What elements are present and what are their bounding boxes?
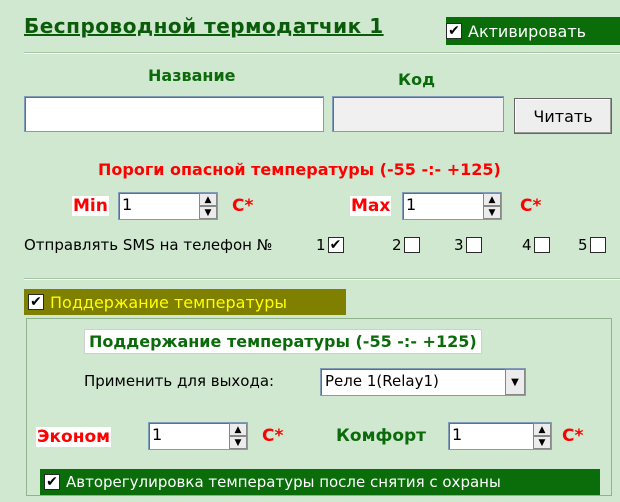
sms-label: Отправлять SMS на телефон № xyxy=(24,236,273,254)
sms-phone-number: 4 xyxy=(522,236,532,254)
sensor-title: Беспроводной термодатчик 1 xyxy=(24,14,384,38)
auto-regulation-label: Авторегулировка температуры после снятия… xyxy=(66,473,501,491)
section-divider xyxy=(24,278,620,280)
apply-output-label: Применить для выхода: xyxy=(84,372,275,390)
sms-phone-number: 3 xyxy=(454,236,464,254)
min-spinner[interactable]: 1 ▲ ▼ xyxy=(118,192,218,220)
spin-down-icon[interactable]: ▼ xyxy=(533,436,551,449)
activate-checkbox[interactable]: Активировать xyxy=(446,17,620,45)
econom-label: Эконом xyxy=(36,427,112,447)
auto-regulation-checkbox[interactable]: Авторегулировка температуры после снятия… xyxy=(40,469,600,495)
sms-phone-4[interactable]: 4 xyxy=(522,236,550,254)
comfort-label: Комфорт xyxy=(336,426,427,446)
max-label: Max xyxy=(350,196,392,216)
maintain-group-title: Поддержание температуры (-55 -:- +125) xyxy=(89,332,477,351)
max-unit: C* xyxy=(520,196,542,216)
sms-check-icon[interactable] xyxy=(465,237,482,253)
spin-down-icon[interactable]: ▼ xyxy=(483,206,501,219)
sms-phone-number: 5 xyxy=(578,236,588,254)
sms-check-icon[interactable] xyxy=(533,237,550,253)
spin-up-icon[interactable]: ▲ xyxy=(483,193,501,206)
comfort-value[interactable]: 1 xyxy=(449,423,533,449)
sms-phone-number: 2 xyxy=(392,236,402,254)
max-spinner[interactable]: 1 ▲ ▼ xyxy=(402,192,502,220)
maintain-group-title-box: Поддержание температуры (-55 -:- +125) xyxy=(84,329,482,354)
name-label: Название xyxy=(148,66,236,85)
apply-output-select[interactable]: Реле 1(Relay1) ▼ xyxy=(320,368,526,396)
sms-phone-3[interactable]: 3 xyxy=(454,236,482,254)
spin-down-icon[interactable]: ▼ xyxy=(199,206,217,219)
spin-up-icon[interactable]: ▲ xyxy=(229,423,247,436)
min-value[interactable]: 1 xyxy=(119,193,199,219)
activate-label: Активировать xyxy=(468,21,587,41)
chevron-down-icon[interactable]: ▼ xyxy=(505,369,525,395)
sms-phone-number: 1 xyxy=(316,236,326,254)
sms-phone-1[interactable]: 1 xyxy=(316,236,344,254)
spin-up-icon[interactable]: ▲ xyxy=(199,193,217,206)
comfort-unit: C* xyxy=(562,426,584,446)
spin-down-icon[interactable]: ▼ xyxy=(229,436,247,449)
code-label: Код xyxy=(398,70,435,89)
header-divider xyxy=(24,52,620,54)
sms-phone-2[interactable]: 2 xyxy=(392,236,420,254)
maintain-checkbox[interactable]: Поддержание температуры xyxy=(24,289,346,315)
name-input[interactable] xyxy=(24,96,324,132)
econom-unit: C* xyxy=(262,426,284,446)
comfort-spinner[interactable]: 1 ▲ ▼ xyxy=(448,422,552,450)
apply-output-value[interactable]: Реле 1(Relay1) xyxy=(321,369,505,395)
thresholds-title: Пороги опасной температуры (-55 -:- +125… xyxy=(98,160,501,179)
min-unit: C* xyxy=(232,196,254,216)
activate-check-icon[interactable] xyxy=(446,23,462,39)
maintain-check-icon[interactable] xyxy=(28,294,44,310)
spin-up-icon[interactable]: ▲ xyxy=(533,423,551,436)
sms-check-icon[interactable] xyxy=(327,237,344,253)
sms-check-icon[interactable] xyxy=(589,237,606,253)
econom-value[interactable]: 1 xyxy=(149,423,229,449)
maintain-label: Поддержание температуры xyxy=(50,292,288,312)
max-value[interactable]: 1 xyxy=(403,193,483,219)
auto-check-icon[interactable] xyxy=(44,474,60,490)
min-label: Min xyxy=(72,196,109,216)
sms-check-icon[interactable] xyxy=(403,237,420,253)
econom-spinner[interactable]: 1 ▲ ▼ xyxy=(148,422,248,450)
sms-phone-5[interactable]: 5 xyxy=(578,236,606,254)
read-button[interactable]: Читать xyxy=(514,98,612,134)
code-input[interactable] xyxy=(332,96,504,132)
